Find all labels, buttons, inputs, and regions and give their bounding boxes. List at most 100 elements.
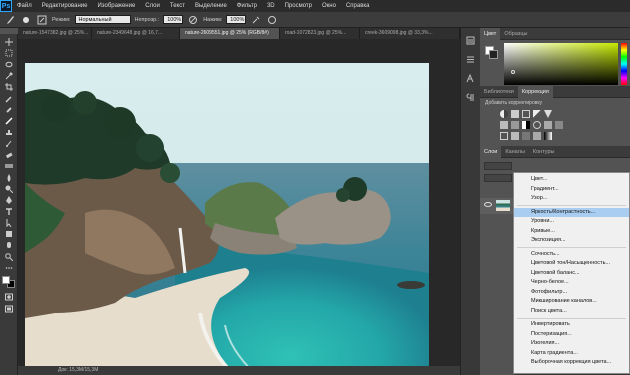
menu-select[interactable]: Выделение — [190, 0, 232, 12]
vibrance-adj-icon[interactable] — [544, 110, 552, 118]
clone-stamp-tool-icon[interactable] — [2, 127, 15, 137]
hue-saturation-adj-icon[interactable] — [500, 121, 508, 129]
threshold-adj-icon[interactable] — [522, 132, 530, 140]
tab-nature-1547382[interactable]: nature-1547382.jpg @ 25%... — [18, 28, 92, 39]
type-tool-icon[interactable] — [2, 206, 15, 216]
menu-item-black-white[interactable]: Черно-белое... — [514, 278, 629, 288]
brightness-contrast-adj-icon[interactable] — [500, 110, 508, 118]
menu-item-gradient[interactable]: Градиент... — [514, 185, 629, 195]
color-swatches[interactable] — [2, 276, 15, 289]
move-tool-icon[interactable] — [2, 37, 15, 47]
marquee-tool-icon[interactable] — [2, 48, 15, 58]
menu-type[interactable]: Текст — [165, 0, 190, 12]
exposure-adj-icon[interactable] — [533, 110, 541, 118]
color-field[interactable] — [504, 43, 618, 85]
paragraph-panel-icon[interactable] — [465, 91, 477, 103]
tablet-pressure-icon[interactable] — [266, 14, 278, 26]
menu-item-brightness-contrast[interactable]: Яркость/Контрастность... — [514, 207, 629, 217]
document-image[interactable] — [25, 63, 429, 375]
menu-item-hue-saturation[interactable]: Цветовой тон/Насыщенность... — [514, 259, 629, 269]
menu-item-levels[interactable]: Уровни... — [514, 217, 629, 227]
color-lookup-adj-icon[interactable] — [555, 121, 563, 129]
menu-item-color-balance[interactable]: Цветовой баланс... — [514, 269, 629, 279]
path-selection-tool-icon[interactable] — [2, 218, 15, 228]
levels-adj-icon[interactable] — [511, 110, 519, 118]
foreground-color-swatch[interactable] — [2, 276, 10, 285]
menu-file[interactable]: Файл — [12, 0, 37, 12]
history-panel-icon[interactable] — [465, 34, 477, 46]
brush-preset-icon[interactable] — [20, 14, 32, 26]
tab-creek-3609098[interactable]: creek-3609098.jpg @ 33,3%... — [360, 28, 460, 39]
gradient-tool-icon[interactable] — [2, 161, 15, 171]
menu-item-solid-color[interactable]: Цвет... — [514, 175, 629, 185]
eyedropper-tool-icon[interactable] — [2, 93, 15, 103]
pressure-field[interactable]: 100% — [226, 15, 247, 24]
brush-icon[interactable] — [4, 14, 16, 26]
menu-edit[interactable]: Редактирование — [37, 0, 93, 12]
menu-item-exposure[interactable]: Экспозиция... — [514, 236, 629, 246]
hand-tool-icon[interactable] — [2, 240, 15, 250]
tab-libraries[interactable]: Библиотеки — [480, 86, 518, 98]
black-white-adj-icon[interactable] — [522, 121, 530, 129]
blur-tool-icon[interactable] — [2, 173, 15, 183]
color-picker-handle[interactable] — [511, 70, 515, 74]
hue-slider[interactable] — [621, 43, 627, 85]
crop-tool-icon[interactable] — [2, 82, 15, 92]
menu-item-vibrance[interactable]: Сочность... — [514, 250, 629, 260]
curves-adj-icon[interactable] — [522, 110, 530, 118]
visibility-eye-icon[interactable] — [484, 202, 492, 207]
airbrush-icon[interactable] — [250, 14, 262, 26]
eraser-tool-icon[interactable] — [2, 150, 15, 160]
tab-paths[interactable]: Контуры — [529, 146, 559, 158]
quick-select-tool-icon[interactable] — [2, 71, 15, 81]
tab-swatches[interactable]: Образцы — [500, 28, 531, 40]
menu-view[interactable]: Просмотр — [280, 0, 317, 12]
tab-road-1072823[interactable]: road-1072823.jpg @ 25%... — [280, 28, 360, 39]
menu-item-photo-filter[interactable]: Фотофильтр... — [514, 288, 629, 298]
selective-color-adj-icon[interactable] — [533, 132, 541, 140]
brush-tool-icon[interactable] — [2, 116, 15, 126]
canvas-area[interactable] — [18, 39, 460, 375]
menu-image[interactable]: Изображение — [92, 0, 140, 12]
lasso-tool-icon[interactable] — [2, 60, 15, 70]
history-brush-tool-icon[interactable] — [2, 139, 15, 149]
quick-mask-icon[interactable] — [2, 292, 15, 302]
more-tools-icon[interactable] — [2, 263, 15, 273]
menu-item-posterize[interactable]: Постеризация... — [514, 330, 629, 340]
zoom-tool-icon[interactable] — [2, 252, 15, 262]
menu-item-pattern[interactable]: Узор... — [514, 194, 629, 204]
menu-help[interactable]: Справка — [341, 0, 375, 12]
menu-3d[interactable]: 3D — [262, 0, 280, 12]
opacity-field[interactable]: 100% — [163, 15, 184, 24]
photo-filter-adj-icon[interactable] — [533, 121, 541, 129]
bg-color-preview[interactable] — [489, 50, 498, 59]
menu-item-threshold[interactable]: Изогелия... — [514, 339, 629, 349]
properties-panel-icon[interactable] — [465, 53, 477, 65]
menu-window[interactable]: Окно — [317, 0, 341, 12]
menu-layers[interactable]: Слои — [140, 0, 165, 12]
tab-nature-2609551[interactable]: nature-2609551.jpg @ 25% (RGB/8#) — [180, 28, 280, 39]
blend-mode-field[interactable] — [484, 174, 512, 182]
pressure-opacity-icon[interactable] — [187, 14, 199, 26]
menu-filter[interactable]: Фильтр — [232, 0, 262, 12]
menu-item-color-lookup[interactable]: Поиск цвета... — [514, 307, 629, 317]
screen-mode-icon[interactable] — [2, 304, 15, 314]
brush-panel-icon[interactable] — [36, 14, 48, 26]
rectangle-tool-icon[interactable] — [2, 229, 15, 239]
tab-layers[interactable]: Слои — [480, 145, 502, 158]
menu-item-curves[interactable]: Кривые... — [514, 227, 629, 237]
character-panel-icon[interactable] — [465, 72, 477, 84]
tab-channels[interactable]: Каналы — [501, 146, 529, 158]
menu-item-invert[interactable]: Инвертировать — [514, 320, 629, 330]
invert-adj-icon[interactable] — [500, 132, 508, 140]
menu-item-selective-color[interactable]: Выборочная коррекция цвета... — [514, 358, 629, 368]
tab-color[interactable]: Цвет — [480, 27, 501, 40]
dodge-tool-icon[interactable] — [2, 184, 15, 194]
tab-nature-2349648[interactable]: nature-2349648.jpg @ 16,7... — [92, 28, 180, 39]
layer-filter-field[interactable] — [484, 162, 512, 170]
tab-adjustments[interactable]: Коррекция — [517, 85, 553, 98]
mode-select[interactable]: Нормальный — [74, 15, 131, 24]
gradient-map-adj-icon[interactable] — [544, 132, 552, 140]
menu-item-channel-mixer[interactable]: Микширование каналов... — [514, 297, 629, 307]
healing-brush-tool-icon[interactable] — [2, 105, 15, 115]
